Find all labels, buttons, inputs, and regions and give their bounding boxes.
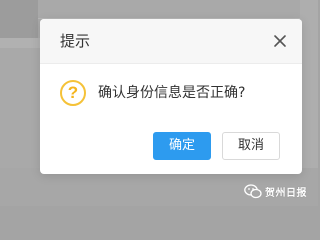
dialog-header: 提示 [40,19,302,64]
confirm-button[interactable]: 确定 [153,132,211,160]
dialog-message: 确认身份信息是否正确? [98,85,246,101]
watermark: 贺州日报 [244,182,307,200]
background-panel [0,0,38,38]
cancel-button[interactable]: 取消 [222,132,280,160]
dialog-body: ? 确认身份信息是否正确? [60,80,282,110]
confirm-dialog: 提示 ? 确认身份信息是否正确? 确定 取消 [40,19,302,174]
question-circle-icon: ? [60,80,86,106]
dialog-title: 提示 [60,32,91,50]
wechat-icon [244,183,262,198]
watermark-text: 贺州日报 [265,187,307,199]
close-icon[interactable] [272,33,288,49]
